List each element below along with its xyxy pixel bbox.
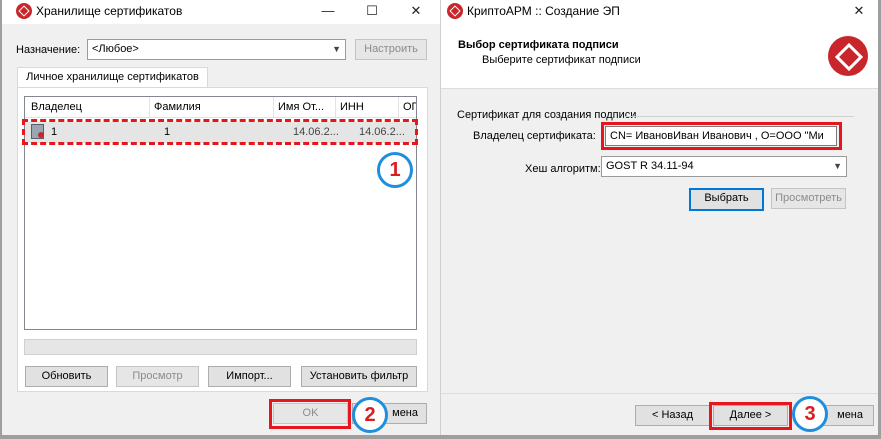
chevron-down-icon: ▼ — [833, 161, 842, 171]
horizontal-scrollbar[interactable] — [24, 339, 417, 355]
hash-label: Хеш алгоритм: — [525, 163, 601, 175]
purpose-label: Назначение: — [16, 44, 81, 56]
highlight-next-button — [709, 402, 792, 430]
title-bar: Хранилище сертификатов — ☐ ✕ — [0, 0, 440, 24]
hash-algorithm-value: GOST R 34.11-94 — [606, 160, 694, 172]
highlight-owner-field — [601, 122, 842, 150]
import-button[interactable]: Импорт... — [208, 366, 291, 387]
step-badge-3: 3 — [792, 396, 828, 432]
highlight-selected-row — [22, 119, 418, 145]
chevron-down-icon: ▼ — [332, 44, 341, 54]
column-header-owner[interactable]: Владелец — [27, 97, 150, 117]
column-header-name[interactable]: Имя От... — [274, 97, 336, 117]
screen-border-bottom — [0, 435, 881, 439]
cryptoarm-emblem-icon — [828, 36, 868, 76]
window-title: КриптоАРМ :: Создание ЭП — [467, 4, 620, 18]
set-filter-button[interactable]: Установить фильтр — [301, 366, 417, 387]
close-icon[interactable]: ✕ — [837, 0, 881, 24]
maximize-icon[interactable]: ☐ — [350, 0, 394, 24]
column-header-surname[interactable]: Фамилия — [150, 97, 274, 117]
select-button[interactable]: Выбрать — [689, 188, 764, 211]
column-header-ogrn[interactable]: ОГ — [399, 97, 416, 117]
wizard-header: Выбор сертификата подписи Выберите серти… — [441, 24, 881, 89]
certificate-store-window: Хранилище сертификатов — ☐ ✕ Назначение:… — [0, 0, 440, 439]
title-bar: КриптоАРМ :: Создание ЭП ✕ — [441, 0, 881, 24]
footer-divider — [441, 393, 881, 394]
create-signature-window: КриптоАРМ :: Создание ЭП ✕ Выбор сертифи… — [441, 0, 881, 439]
configure-button[interactable]: Настроить — [355, 39, 427, 60]
screen-border-left — [0, 0, 2, 439]
hash-algorithm-select[interactable]: GOST R 34.11-94 ▼ — [601, 156, 847, 177]
view-button[interactable]: Просмотр — [116, 366, 199, 387]
group-title: Сертификат для создания подписи — [457, 109, 637, 121]
purpose-select[interactable]: <Любое> ▼ — [87, 39, 346, 60]
list-header: Владелец Фамилия Имя От... ИНН ОГ — [25, 97, 416, 118]
back-button[interactable]: < Назад — [635, 405, 710, 426]
step-badge-2: 2 — [352, 397, 388, 433]
cryptoarm-logo-icon — [447, 3, 463, 19]
owner-label: Владелец сертификата: — [473, 130, 596, 142]
header-subtitle: Выберите сертификат подписи — [482, 54, 641, 66]
close-icon[interactable]: ✕ — [394, 0, 438, 24]
cryptoarm-logo-icon — [16, 3, 32, 19]
tab-label: Личное хранилище сертификатов — [26, 71, 199, 83]
refresh-button[interactable]: Обновить — [25, 366, 108, 387]
group-divider — [624, 116, 854, 117]
tab-personal-store[interactable]: Личное хранилище сертификатов — [17, 67, 208, 88]
cancel-button-label: мена — [837, 409, 863, 421]
view-certificate-button[interactable]: Просмотреть — [771, 188, 846, 209]
window-title: Хранилище сертификатов — [36, 4, 183, 18]
highlight-ok-button — [269, 399, 351, 429]
header-title: Выбор сертификата подписи — [458, 39, 619, 51]
column-header-inn[interactable]: ИНН — [336, 97, 399, 117]
purpose-select-value: <Любое> — [92, 43, 139, 55]
cancel-button-label: мена — [392, 407, 418, 419]
step-badge-1: 1 — [377, 152, 413, 188]
minimize-icon[interactable]: — — [306, 0, 350, 24]
